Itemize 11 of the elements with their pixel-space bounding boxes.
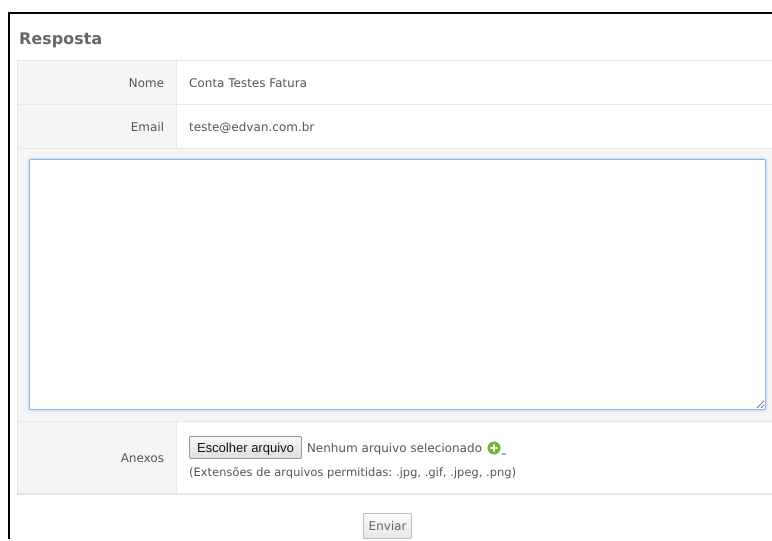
field-label: Nome	[128, 76, 164, 90]
field-label: Anexos	[120, 450, 164, 464]
file-status: Nenhum arquivo selecionado	[306, 440, 482, 454]
section-title: Resposta	[18, 28, 104, 50]
add-icon[interactable]	[486, 440, 508, 454]
field-value: teste@edvan.com.br	[189, 120, 314, 134]
choose-file-button[interactable]: Escolher arquivo	[189, 436, 302, 459]
submit-button[interactable]: Enviar	[362, 513, 412, 539]
field-label: Email	[130, 120, 164, 134]
allowed-extensions-hint: (Extensões de arquivos permitidas: .jpg, .gif, .jpeg, .png)	[189, 465, 516, 479]
field-value: Conta Testes Fatura	[189, 76, 308, 90]
